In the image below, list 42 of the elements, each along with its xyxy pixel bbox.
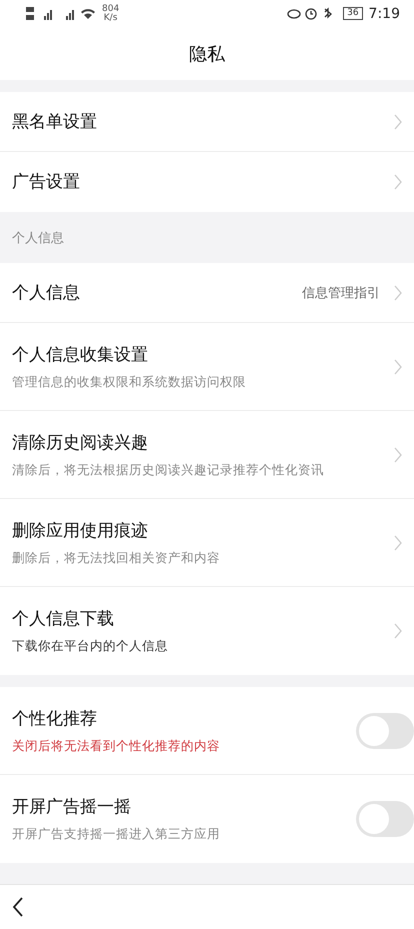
row-title: 开屏广告摇一摇: [12, 796, 132, 818]
row-value: 信息管理指引: [302, 284, 380, 302]
row-title: 个人信息: [12, 282, 81, 304]
settings-row[interactable]: 开屏广告摇一摇 开屏广告支持摇一摇进入第三方应用: [0, 775, 414, 863]
toggle-switch[interactable]: [356, 712, 414, 748]
row-title: 黑名单设置: [12, 111, 98, 133]
row-title: 个人信息收集设置: [12, 344, 149, 366]
signal-icon: [26, 6, 96, 22]
row-subtitle: 关闭后将无法看到个性化推荐的内容: [12, 738, 221, 754]
row-title: 个性化推荐: [12, 708, 98, 730]
row-title: 广告设置: [12, 171, 81, 193]
chevron-right-icon: [394, 114, 402, 130]
toggle-switch[interactable]: [356, 800, 414, 836]
chevron-right-icon: [394, 174, 402, 190]
speed-unit: K/s: [104, 14, 118, 22]
chevron-right-icon: [394, 622, 402, 638]
section-header: 个人信息: [12, 230, 64, 246]
battery-level: 36: [343, 7, 363, 20]
network-speed: 804: [102, 4, 120, 14]
chevron-right-icon: [394, 358, 402, 374]
settings-row[interactable]: 清除历史阅读兴趣 清除后，将无法根据历史阅读兴趣记录推荐个性化资讯: [0, 411, 414, 499]
clock: 7:19: [368, 6, 400, 22]
settings-row[interactable]: 删除应用使用痕迹 删除后，将无法找回相关资产和内容: [0, 499, 414, 587]
back-icon[interactable]: [12, 897, 24, 917]
row-title: 个人信息下载: [12, 608, 115, 630]
row-title: 清除历史阅读兴趣: [12, 432, 149, 454]
chevron-right-icon: [394, 446, 402, 462]
row-subtitle: 清除后，将无法根据历史阅读兴趣记录推荐个性化资讯: [12, 462, 325, 478]
settings-row[interactable]: 黑名单设置: [0, 92, 414, 152]
row-subtitle: 开屏广告支持摇一摇进入第三方应用: [12, 826, 221, 842]
settings-row[interactable]: 个性化推荐 关闭后将无法看到个性化推荐的内容: [0, 687, 414, 775]
page-title: 隐私: [189, 42, 225, 66]
settings-row[interactable]: 广告设置: [0, 152, 414, 212]
row-subtitle: 管理信息的收集权限和系统数据访问权限: [12, 374, 247, 390]
chevron-right-icon: [394, 284, 402, 300]
row-title: 删除应用使用痕迹: [12, 520, 149, 542]
settings-row[interactable]: 个人信息下载 下载你在平台内的个人信息: [0, 587, 414, 675]
row-subtitle: 下载你在平台内的个人信息: [12, 638, 169, 654]
row-subtitle: 删除后，将无法找回相关资产和内容: [12, 550, 221, 566]
settings-row[interactable]: 个人信息 信息管理指引: [0, 263, 414, 323]
chevron-right-icon: [394, 534, 402, 550]
settings-row[interactable]: 个人信息收集设置 管理信息的收集权限和系统数据访问权限: [0, 323, 414, 411]
